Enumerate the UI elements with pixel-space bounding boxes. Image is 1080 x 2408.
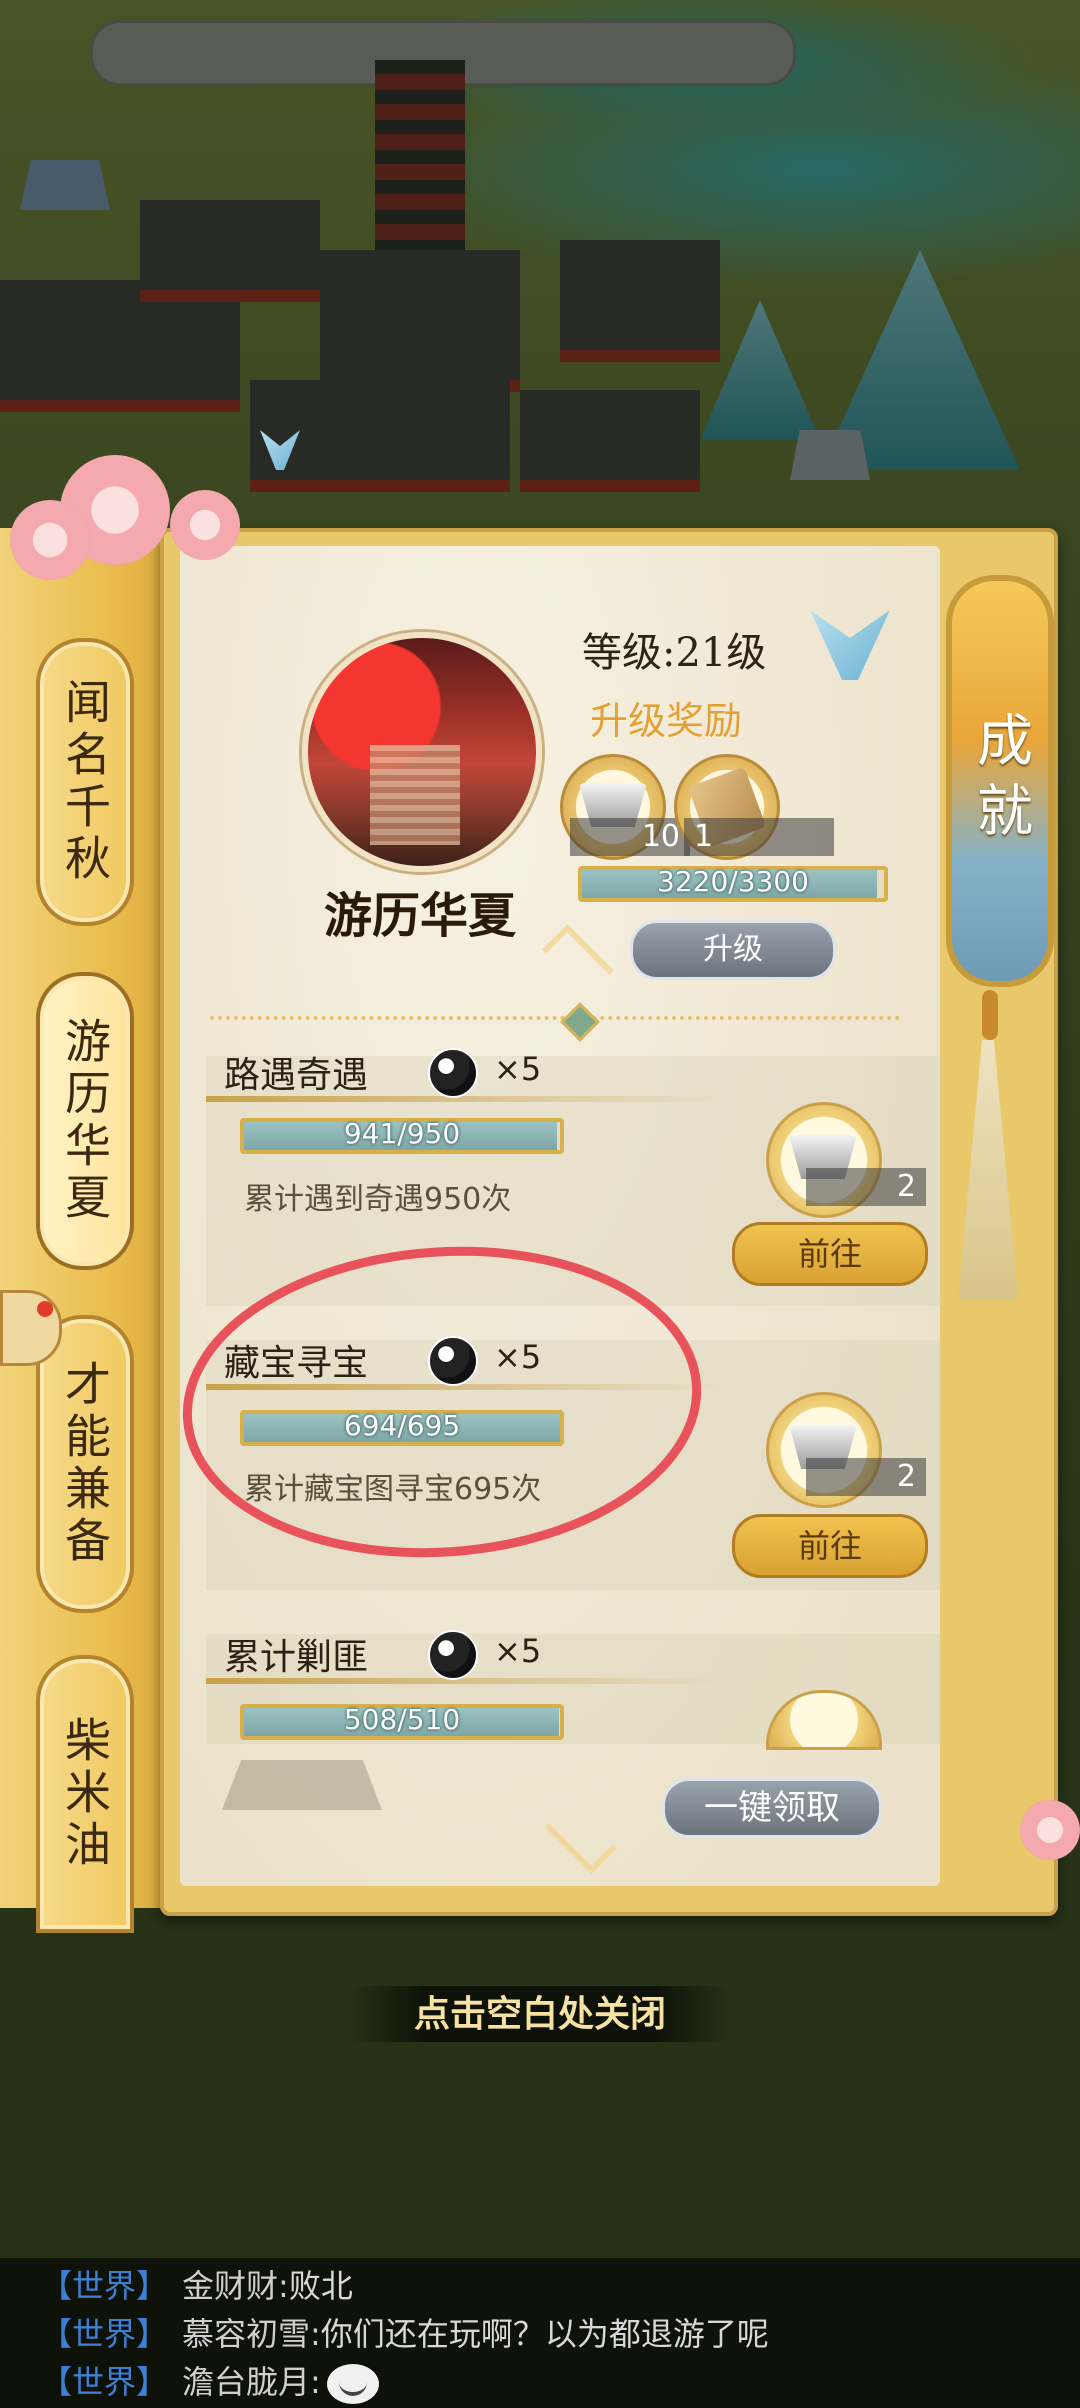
goto-button[interactable]: 前往 (732, 1514, 928, 1578)
close-hint[interactable]: 点击空白处关闭 (350, 1986, 730, 2042)
tab-label: 闻名千秋 (58, 678, 112, 886)
achievement-progress-text: 508/510 (343, 1703, 461, 1736)
achievement-progress-text: 941/950 (343, 1117, 461, 1150)
achievement-scroll: 成就 (946, 575, 1054, 987)
chat-sender[interactable]: 澹台胧月: (182, 2363, 321, 2401)
chat-channel: 【世界】 (40, 2267, 169, 2305)
achievement-title: 累计剿匪 (224, 1637, 369, 1678)
exp-progress-bar: 3220/3300 (578, 865, 888, 902)
flower-decoration (170, 490, 240, 560)
chat-line: 【世界】 金财财:败北 (40, 2262, 353, 2310)
achievement-title: 路遇奇遇 (224, 1055, 369, 1096)
achievement-progress-bar: 508/510 (240, 1703, 564, 1740)
chat-sender[interactable]: 慕容初雪: (182, 2315, 321, 2353)
tab-label: 柴米油 (58, 1716, 112, 1872)
level-text: 等级:21级 (582, 630, 767, 676)
claim-all-button[interactable]: 一键领取 (662, 1778, 882, 1838)
upgrade-reward-label: 升级奖励 (590, 699, 743, 743)
yin-yang-icon (428, 1630, 478, 1680)
chat-message: 败北 (288, 2267, 353, 2305)
world-chat[interactable]: 【世界】 金财财:败北 【世界】 慕容初雪:你们还在玩啊？以为都退游了呢 【世界】澹… (0, 2258, 1080, 2408)
reward-count: 1 (684, 818, 834, 856)
section-divider (210, 1016, 900, 1024)
reward-count: 2 (806, 1458, 926, 1496)
chat-channel: 【世界】 (40, 2315, 169, 2353)
chat-bubble-icon[interactable] (0, 1290, 62, 1366)
highlight-annotation (182, 1246, 702, 1558)
achievement-row: 累计剿匪 ×5 508/510 (206, 1630, 942, 1750)
tab-wenming-qianqiu[interactable]: 闻名千秋 (36, 638, 134, 926)
achievement-multiplier: ×5 (494, 1050, 542, 1088)
reward-count: 2 (806, 1168, 926, 1206)
flower-decoration (10, 500, 90, 580)
achievement-multiplier: ×5 (494, 1632, 542, 1670)
avatar-palace-stairs (370, 745, 460, 845)
tassel-knot (982, 990, 998, 1040)
tab-youli-huaxia[interactable]: 游历华夏 (36, 972, 134, 1270)
achievement-progress-bar: 941/950 (240, 1117, 564, 1154)
pavilion-decoration (222, 1760, 382, 1810)
tab-label: 游历华夏 (58, 1017, 112, 1225)
exp-progress-text: 3220/3300 (657, 865, 809, 898)
chat-sender[interactable]: 金财财: (182, 2267, 289, 2305)
chat-line: 【世界】 慕容初雪:你们还在玩啊？以为都退游了呢 (40, 2310, 769, 2358)
goto-button[interactable]: 前往 (732, 1222, 928, 1286)
chat-line: 【世界】 澹台胧月: (40, 2358, 379, 2406)
highlight-circle (182, 1246, 702, 1558)
yin-yang-icon (428, 1048, 478, 1098)
tab-label: 才能兼备 (58, 1360, 112, 1568)
scroll-title: 成就 (967, 711, 1033, 851)
chat-channel: 【世界】 (40, 2363, 169, 2401)
category-title: 游历华夏 (323, 888, 516, 944)
emoji-sticker-icon (326, 2364, 379, 2404)
upgrade-button[interactable]: 升级 (630, 920, 836, 980)
flower-decoration (1020, 1800, 1080, 1860)
tab-chaimi-you[interactable]: 柴米油 (36, 1655, 134, 1933)
chat-message: 你们还在玩啊？以为都退游了呢 (320, 2315, 769, 2353)
reward-item[interactable] (766, 1690, 882, 1750)
tab-caineng-jianbei[interactable]: 才能兼备 (36, 1315, 134, 1613)
achievement-description: 累计遇到奇遇950次 (244, 1182, 512, 1217)
reward-count: 10 (570, 818, 690, 856)
